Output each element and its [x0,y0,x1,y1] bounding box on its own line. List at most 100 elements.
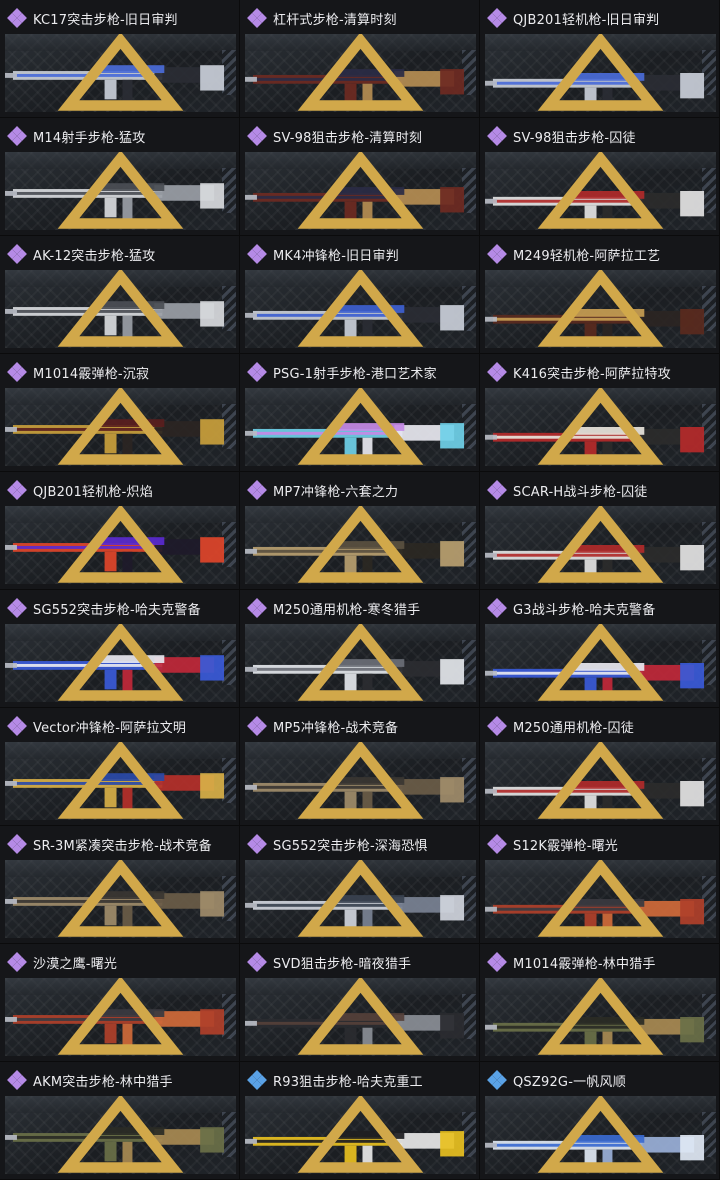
rarity-diamond-icon [247,244,267,264]
weapon-skin-card[interactable]: Vector冲锋枪-阿萨拉文明 [0,708,240,826]
weapon-skin-card[interactable]: K416突击步枪-阿萨拉特攻 [480,354,720,472]
weapon-skin-name: QJB201轻机枪-旧日审判 [513,12,660,28]
weapon-skin-name: AKM突击步枪-林中猎手 [33,1074,173,1090]
rarity-diamond-icon [7,126,27,146]
card-header: SV-98狙击步枪-清算时刻 [245,124,476,148]
weapon-image [485,1096,716,1174]
quality-tag-icon [57,1096,184,1173]
card-header: QJB201轻机枪-旧日审判 [485,6,716,30]
quality-tag-icon [537,34,664,111]
quality-tag-icon [537,742,664,819]
weapon-skin-card[interactable]: M250通用机枪-寒冬猎手 [240,590,480,708]
weapon-skin-name: PSG-1射手步枪-港口艺术家 [273,366,437,382]
weapon-image [5,860,236,938]
card-header: M14射手步枪-猛攻 [5,124,236,148]
weapon-skin-card[interactable]: AK-12突击步枪-猛攻 [0,236,240,354]
card-header: AK-12突击步枪-猛攻 [5,242,236,266]
weapon-image [245,978,476,1056]
weapon-skin-card[interactable]: MK4冲锋枪-旧日审判 [240,236,480,354]
quality-tag-icon [297,1096,424,1173]
weapon-skin-name: AK-12突击步枪-猛攻 [33,248,156,264]
weapon-skin-card[interactable]: R93狙击步枪-哈夫克重工 [240,1062,480,1180]
weapon-image [245,506,476,584]
quality-tag-icon [297,742,424,819]
weapon-image [245,1096,476,1174]
weapon-skin-card[interactable]: PSG-1射手步枪-港口艺术家 [240,354,480,472]
card-header: M1014霰弹枪-沉寂 [5,360,236,384]
rarity-diamond-icon [487,244,507,264]
weapon-image [5,742,236,820]
quality-tag-icon [297,270,424,347]
rarity-diamond-icon [7,480,27,500]
rarity-diamond-icon [247,480,267,500]
weapon-skin-card[interactable]: MP5冲锋枪-战术竞备 [240,708,480,826]
rarity-diamond-icon [247,952,267,972]
quality-tag-icon [537,506,664,583]
weapon-image [5,34,236,112]
card-header: M250通用机枪-寒冬猎手 [245,596,476,620]
weapon-skin-card[interactable]: SCAR-H战斗步枪-囚徒 [480,472,720,590]
rarity-diamond-icon [247,716,267,736]
weapon-skin-name: SVD狙击步枪-暗夜猎手 [273,956,412,972]
weapon-image [5,1096,236,1174]
card-header: K416突击步枪-阿萨拉特攻 [485,360,716,384]
weapon-skin-card[interactable]: M1014霰弹枪-林中猎手 [480,944,720,1062]
weapon-skin-card[interactable]: 沙漠之鹰-曙光 [0,944,240,1062]
weapon-image [245,860,476,938]
weapon-skin-card[interactable]: G3战斗步枪-哈夫克警备 [480,590,720,708]
weapon-skin-card[interactable]: QSZ92G-一帆风顺 [480,1062,720,1180]
quality-tag-icon [57,506,184,583]
rarity-diamond-icon [487,716,507,736]
weapon-skin-card[interactable]: M249轻机枪-阿萨拉工艺 [480,236,720,354]
weapon-skin-card[interactable]: M250通用机枪-囚徒 [480,708,720,826]
quality-tag-icon [297,978,424,1055]
weapon-skin-card[interactable]: QJB201轻机枪-旧日审判 [480,0,720,118]
weapon-skin-card[interactable]: KC17突击步枪-旧日审判 [0,0,240,118]
weapon-skin-name: MP7冲锋枪-六套之力 [273,484,399,500]
weapon-skin-name: M14射手步枪-猛攻 [33,130,146,146]
weapon-image [245,152,476,230]
weapon-image [5,270,236,348]
weapon-skin-card[interactable]: M14射手步枪-猛攻 [0,118,240,236]
weapon-skin-name: MK4冲锋枪-旧日审判 [273,248,399,264]
card-header: M249轻机枪-阿萨拉工艺 [485,242,716,266]
weapon-skin-name: SG552突击步枪-深海恐惧 [273,838,428,854]
quality-tag-icon [297,34,424,111]
quality-tag-icon [537,978,664,1055]
weapon-skin-card[interactable]: SVD狙击步枪-暗夜猎手 [240,944,480,1062]
weapon-skin-card[interactable]: SV-98狙击步枪-清算时刻 [240,118,480,236]
weapon-skin-name: G3战斗步枪-哈夫克警备 [513,602,656,618]
quality-tag-icon [57,860,184,937]
weapon-skin-name: M250通用机枪-囚徒 [513,720,634,736]
weapon-skin-card[interactable]: SV-98狙击步枪-囚徒 [480,118,720,236]
rarity-diamond-icon [247,362,267,382]
weapon-skin-name: QJB201轻机枪-炽焰 [33,484,153,500]
weapon-skin-card[interactable]: SG552突击步枪-哈夫克警备 [0,590,240,708]
rarity-diamond-icon [487,480,507,500]
weapon-skin-name: SR-3M紧凑突击步枪-战术竞备 [33,838,212,854]
weapon-skin-card[interactable]: M1014霰弹枪-沉寂 [0,354,240,472]
rarity-diamond-icon [7,598,27,618]
quality-tag-icon [57,152,184,229]
card-header: MK4冲锋枪-旧日审判 [245,242,476,266]
weapon-skin-name: M1014霰弹枪-林中猎手 [513,956,656,972]
rarity-diamond-icon [487,362,507,382]
weapon-skin-card[interactable]: S12K霰弹枪-曙光 [480,826,720,944]
weapon-skin-card[interactable]: SG552突击步枪-深海恐惧 [240,826,480,944]
rarity-diamond-icon [487,8,507,28]
rarity-diamond-icon [247,834,267,854]
rarity-diamond-icon [487,598,507,618]
weapon-skin-card[interactable]: SR-3M紧凑突击步枪-战术竞备 [0,826,240,944]
weapon-skin-name: K416突击步枪-阿萨拉特攻 [513,366,671,382]
weapon-skin-card[interactable]: QJB201轻机枪-炽焰 [0,472,240,590]
card-header: PSG-1射手步枪-港口艺术家 [245,360,476,384]
card-header: M1014霰弹枪-林中猎手 [485,950,716,974]
weapon-skin-card[interactable]: AKM突击步枪-林中猎手 [0,1062,240,1180]
rarity-diamond-icon [7,952,27,972]
quality-tag-icon [537,624,664,701]
weapon-skin-card[interactable]: 杠杆式步枪-清算时刻 [240,0,480,118]
weapon-skin-name: SV-98狙击步枪-清算时刻 [273,130,423,146]
rarity-diamond-icon [247,126,267,146]
quality-tag-icon [57,388,184,465]
weapon-skin-card[interactable]: MP7冲锋枪-六套之力 [240,472,480,590]
